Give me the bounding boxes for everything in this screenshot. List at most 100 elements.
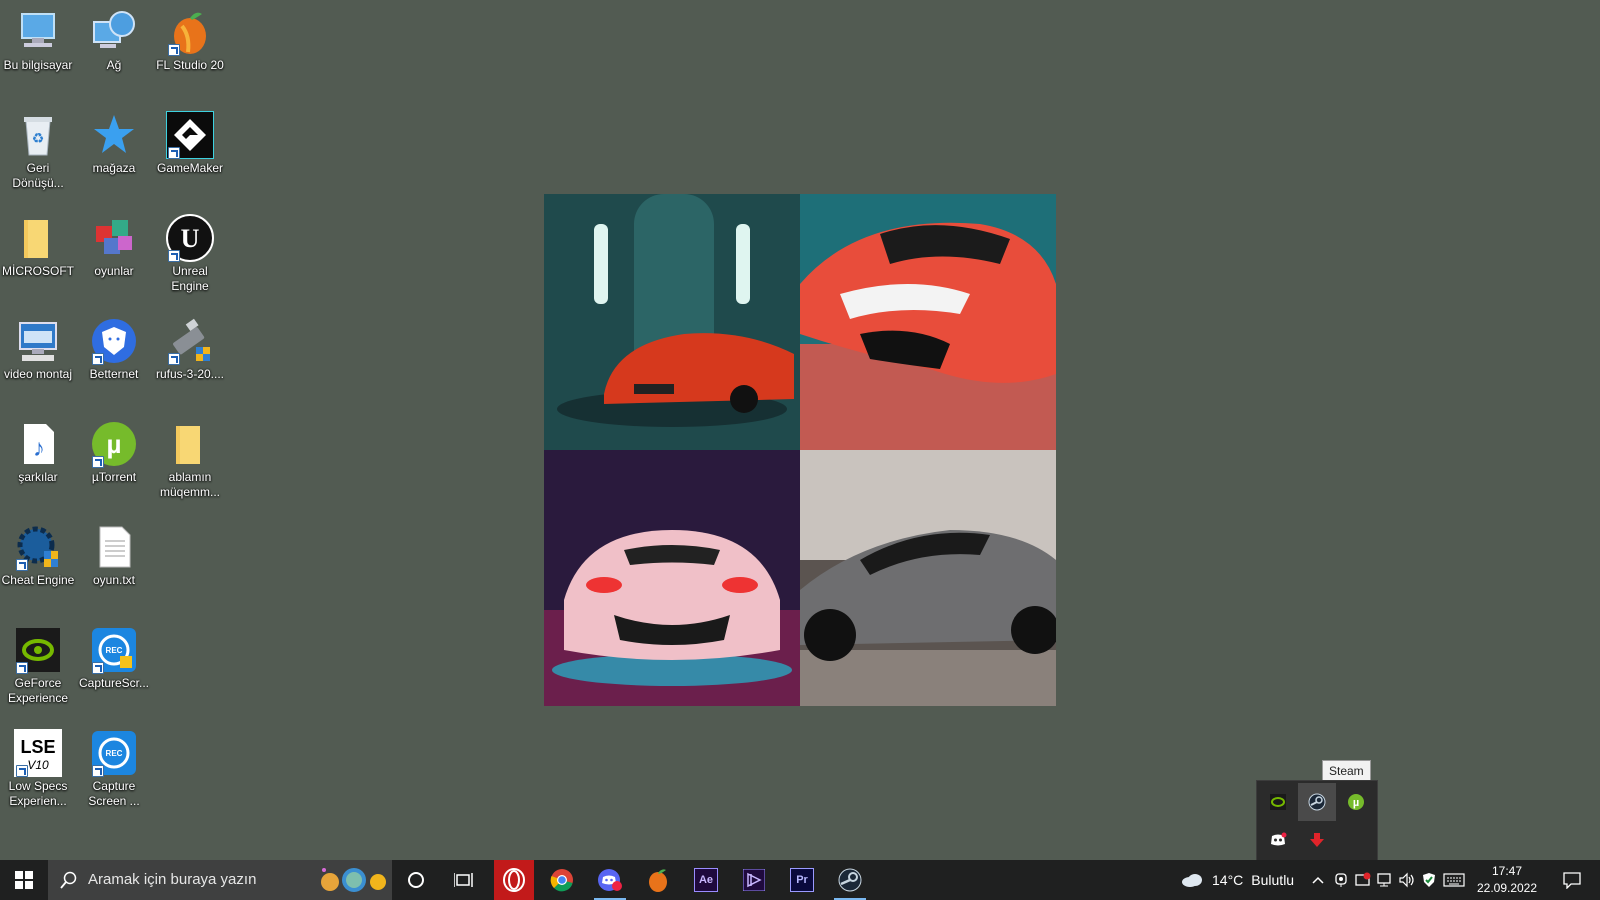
task-view-icon: [454, 873, 473, 887]
taskbar-search-box[interactable]: Aramak için buraya yazın: [48, 860, 392, 900]
folder-icon: [14, 214, 62, 262]
shortcut-arrow-icon: [16, 559, 28, 571]
tray-utorrent-button[interactable]: µ: [1337, 783, 1375, 821]
tray-network-button[interactable]: [1374, 860, 1396, 900]
desktop-icon-ag[interactable]: Ağ: [76, 0, 152, 73]
taskbar-app-after-effects[interactable]: Ae: [686, 860, 726, 900]
tray-security-button[interactable]: [1352, 860, 1374, 900]
taskbar-app-media-encoder[interactable]: [734, 860, 774, 900]
warning-monitor-icon: [1355, 872, 1371, 886]
tray-keyboard-button[interactable]: [1440, 860, 1468, 900]
desktop-icon-gamemaker[interactable]: GameMaker: [152, 103, 228, 176]
tray-download-button[interactable]: [1298, 821, 1336, 859]
tray-webcam-button[interactable]: [1330, 860, 1352, 900]
desktop-icon-video-montaj[interactable]: video montaj: [0, 309, 76, 382]
icon-label: Capture Screen ...: [88, 779, 140, 808]
shortcut-arrow-icon: [16, 662, 28, 674]
shortcut-arrow-icon: [92, 765, 104, 777]
shortcut-arrow-icon: [168, 44, 180, 56]
taskbar: Aramak için buraya yazın Ae Pr 14°C Bulu…: [0, 860, 1600, 900]
desktop-icon-capturescreen-2[interactable]: REC Capture Screen ...: [76, 721, 152, 809]
taskbar-app-fl-studio[interactable]: [638, 860, 678, 900]
tray-steam-button[interactable]: [1298, 783, 1336, 821]
wallpaper-tile-4: [800, 450, 1056, 706]
wallpaper-tile-1: [544, 194, 800, 450]
network-icon: [90, 8, 138, 56]
fl-studio-icon: [166, 8, 214, 56]
download-arrow-icon: [1310, 833, 1324, 847]
desktop-icon-geforce-experience[interactable]: GeForce Experience: [0, 618, 76, 706]
taskbar-app-premiere-pro[interactable]: Pr: [782, 860, 822, 900]
desktop-icon-oyunlar[interactable]: oyunlar: [76, 206, 152, 279]
desktop-icon-microsoft-folder[interactable]: MİCROSOFT: [0, 206, 76, 279]
icon-label: GeForce Experience: [7, 676, 69, 705]
desktop-icon-capturescreen-1[interactable]: REC CaptureScr...: [76, 618, 152, 691]
icon-label: ablamın müqemm...: [159, 470, 220, 499]
betternet-shield-icon: [90, 317, 138, 365]
desktop-icon-oyun-txt[interactable]: oyun.txt: [76, 515, 152, 588]
shortcut-arrow-icon: [92, 662, 104, 674]
cortana-button[interactable]: [392, 860, 440, 900]
icon-label: CaptureScr...: [78, 676, 150, 690]
cortana-circle-icon: [408, 872, 424, 888]
desktop-icon-betternet[interactable]: Betternet: [76, 309, 152, 382]
utorrent-icon: µ: [1348, 794, 1364, 810]
task-view-button[interactable]: [440, 860, 488, 900]
media-encoder-icon: [743, 869, 765, 891]
shortcut-arrow-icon: [92, 456, 104, 468]
shield-check-icon: [1423, 873, 1435, 887]
desktop-icon-utorrent[interactable]: µ µTorrent: [76, 412, 152, 485]
icon-label: Ağ: [106, 58, 122, 72]
after-effects-icon: Ae: [694, 868, 718, 892]
capture-screen-icon: REC: [90, 729, 138, 777]
desktop-icon-bu-bilgisayar[interactable]: Bu bilgisayar: [0, 0, 76, 73]
steam-icon: [838, 868, 862, 892]
store-star-icon: [90, 111, 138, 159]
weather-condition: Bulutlu: [1251, 872, 1295, 888]
desktop-icon-cheat-engine[interactable]: Cheat Engine: [0, 515, 76, 588]
chrome-icon: [550, 869, 573, 892]
tray-defender-button[interactable]: [1418, 860, 1440, 900]
desktop-icon-rufus[interactable]: rufus-3-20....: [152, 309, 228, 382]
nvidia-icon: [14, 626, 62, 674]
shortcut-arrow-icon: [168, 353, 180, 365]
taskbar-app-opera[interactable]: [494, 860, 534, 900]
tray-nvidia-button[interactable]: [1259, 783, 1297, 821]
tray-overflow-button[interactable]: [1306, 860, 1330, 900]
text-file-icon: [90, 523, 138, 571]
recycle-bin-icon: ♻: [14, 111, 62, 159]
search-highlight-icon: [321, 868, 386, 892]
folder-icon: [166, 420, 214, 468]
tray-volume-button[interactable]: [1396, 860, 1418, 900]
svg-text:♻: ♻: [32, 130, 45, 146]
icon-label: oyunlar: [94, 264, 134, 278]
music-file-icon: ♪: [14, 420, 62, 468]
desktop-icon-magaza[interactable]: mağaza: [76, 103, 152, 176]
taskbar-clock[interactable]: 17:47 22.09.2022: [1468, 860, 1546, 900]
network-wired-icon: [1377, 873, 1391, 887]
desktop-icon-unreal-engine[interactable]: U Unreal Engine: [152, 206, 228, 294]
taskbar-app-chrome[interactable]: [542, 860, 582, 900]
unreal-engine-icon: U: [166, 214, 214, 262]
desktop-icon-low-specs-experience[interactable]: LSE V10 Low Specs Experien...: [0, 721, 76, 809]
action-center-button[interactable]: [1552, 860, 1592, 900]
start-button[interactable]: [0, 860, 48, 900]
icon-label: oyun.txt: [92, 573, 136, 587]
icon-label: Unreal Engine: [171, 264, 209, 293]
icon-label: GameMaker: [156, 161, 224, 175]
desktop-icon-sarkilar[interactable]: ♪ şarkılar: [0, 412, 76, 485]
wallpaper-image: [544, 194, 1056, 706]
desktop-icon-ablamin-folder[interactable]: ablamın müqemm...: [152, 412, 228, 500]
desktop-icon-fl-studio[interactable]: FL Studio 20: [152, 0, 228, 73]
usb-drive-icon: [166, 317, 214, 365]
svg-text:V10: V10: [27, 758, 49, 772]
taskbar-app-discord[interactable]: [590, 860, 630, 900]
fl-studio-icon: [649, 869, 667, 892]
weather-widget[interactable]: 14°C Bulutlu: [1180, 860, 1304, 900]
icon-label: mağaza: [92, 161, 136, 175]
steam-tooltip: Steam: [1322, 760, 1371, 782]
discord-icon: [1271, 832, 1287, 846]
taskbar-app-steam[interactable]: [830, 860, 870, 900]
tray-discord-button[interactable]: [1259, 821, 1297, 859]
desktop-icon-recycle-bin[interactable]: ♻ Geri Dönüşü...: [0, 103, 76, 191]
